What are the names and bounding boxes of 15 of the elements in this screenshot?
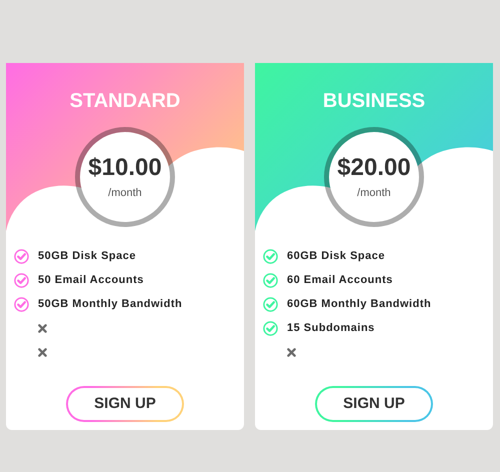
price: $10.00 (88, 154, 162, 182)
price: $20.00 (337, 154, 411, 182)
feature-text: 60GB Monthly Bandwidth (287, 296, 432, 312)
price-period: /month (108, 186, 142, 200)
feature-text: 15 Subdomains (287, 320, 375, 336)
feature-text: 60 Email Accounts (287, 272, 393, 288)
plan-title: BUSINESS (322, 89, 426, 113)
feature-text: 50GB Disk Space (38, 248, 136, 264)
feature-text: 50GB Monthly Bandwidth (38, 296, 182, 312)
plan-title: STANDARD (70, 89, 180, 113)
feature-text: 60GB Disk Space (287, 248, 385, 264)
sign-up-button[interactable]: SIGN UP (66, 386, 184, 422)
feature-text: 50 Email Accounts (38, 272, 144, 288)
price-period: /month (357, 186, 391, 200)
sign-up-button[interactable]: SIGN UP (315, 386, 433, 422)
